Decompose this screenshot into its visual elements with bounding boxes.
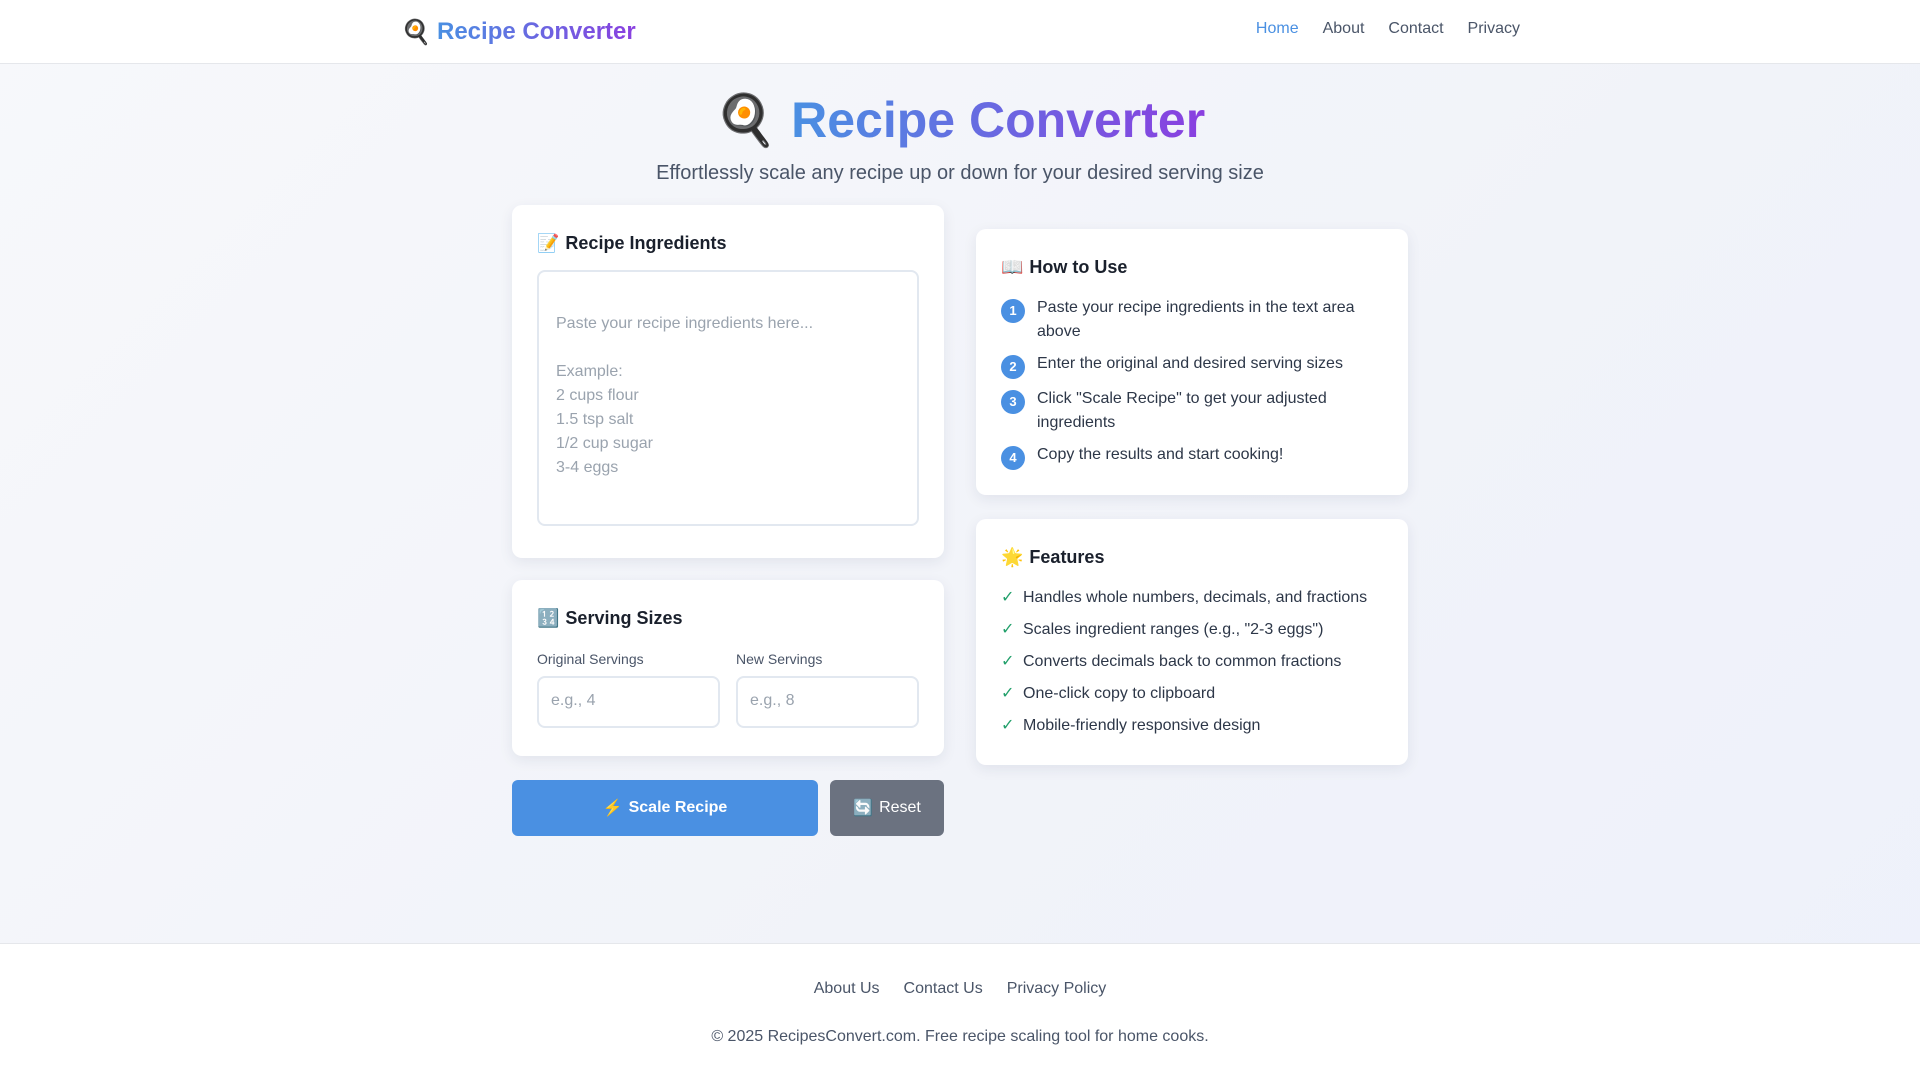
star-icon: 🌟 (1001, 547, 1024, 567)
footer-link-about[interactable]: About Us (814, 980, 880, 998)
features-list: ✓ Handles whole numbers, decimals, and fr… (1001, 586, 1383, 738)
page-title-text: Recipe Converter (791, 92, 1206, 148)
new-servings-placeholder: e.g., 8 (750, 692, 795, 709)
howto-steps: 1 Paste your recipe ingredients in the t… (1001, 296, 1383, 470)
checkmark-icon: ✓ (1001, 653, 1015, 670)
brand-name: Recipe Converter (437, 18, 636, 45)
footer-links: About Us Contact Us Privacy Policy (0, 980, 1920, 998)
memo-icon: 📝 (537, 233, 560, 253)
nav-links: Home About Contact Privacy (1256, 20, 1520, 38)
original-servings-label: Original Servings (537, 651, 644, 667)
original-servings-placeholder: e.g., 4 (551, 692, 596, 709)
servings-card: 🔢 Serving Sizes Original Servings e.g., … (512, 580, 944, 756)
nav-link-about[interactable]: About (1323, 20, 1365, 38)
new-servings-field: New Servings e.g., 8 (736, 651, 919, 728)
step-number-badge: 2 (1001, 355, 1025, 379)
ingredients-placeholder: Paste your recipe ingredients here... Ex… (556, 315, 814, 476)
feature-item: ✓ Converts decimals back to common fracti… (1001, 650, 1383, 674)
features-card: 🌟 Features ✓ Handles whole numbers, decim… (976, 519, 1408, 765)
checkmark-icon: ✓ (1001, 717, 1015, 734)
reset-label: Reset (879, 799, 921, 816)
servings-heading: 🔢 Serving Sizes (537, 608, 919, 629)
refresh-icon: 🔄 (853, 800, 874, 817)
page-footer: About Us Contact Us Privacy Policy © 202… (0, 943, 1920, 1080)
feature-item: ✓ Handles whole numbers, decimals, and fr… (1001, 586, 1383, 610)
step-text: Enter the original and desired serving s… (1037, 355, 1343, 372)
feature-item: ✓ Scales ingredient ranges (e.g., "2-3 eg… (1001, 618, 1383, 642)
servings-heading-text: Serving Sizes (565, 608, 683, 628)
top-navbar: 🍳 Recipe Converter Home About Contact Pr… (0, 0, 1920, 64)
features-heading-text: Features (1029, 547, 1105, 567)
original-servings-input[interactable]: e.g., 4 (537, 676, 720, 728)
checkmark-icon: ✓ (1001, 589, 1015, 606)
footer-link-contact[interactable]: Contact Us (904, 980, 983, 998)
brand-logo[interactable]: 🍳 Recipe Converter (401, 16, 636, 48)
feature-text: One-click copy to clipboard (1023, 685, 1216, 702)
scale-recipe-button[interactable]: ⚡ Scale Recipe (512, 780, 818, 836)
howto-step: 1 Paste your recipe ingredients in the t… (1001, 296, 1383, 344)
nav-link-home[interactable]: Home (1256, 20, 1299, 38)
scale-recipe-label: Scale Recipe (628, 799, 728, 816)
howto-heading: 📖 How to Use (1001, 257, 1383, 278)
howto-step: 4 Copy the results and start cooking! (1001, 443, 1383, 470)
feature-text: Handles whole numbers, decimals, and fra… (1023, 589, 1368, 606)
checkmark-icon: ✓ (1001, 685, 1015, 702)
frying-pan-egg-icon: 🍳 (714, 92, 778, 148)
copyright-text: © 2025 RecipesConvert.com. Free recipe s… (711, 1028, 1209, 1045)
how-to-use-card: 📖 How to Use 1 Paste your recipe ingredi… (976, 229, 1408, 495)
ingredients-textarea[interactable]: Paste your recipe ingredients here... Ex… (537, 270, 919, 526)
checkmark-icon: ✓ (1001, 621, 1015, 638)
step-text: Paste your recipe ingredients in the tex… (1037, 299, 1355, 340)
nav-link-privacy[interactable]: Privacy (1468, 20, 1520, 38)
step-number-badge: 4 (1001, 446, 1025, 470)
page-title: 🍳 Recipe Converter (0, 88, 1920, 152)
lightning-icon: ⚡ (602, 800, 623, 817)
howto-heading-text: How to Use (1029, 257, 1128, 277)
ingredients-heading-text: Recipe Ingredients (565, 233, 727, 253)
ingredients-card: 📝 Recipe Ingredients Paste your recipe i… (512, 205, 944, 558)
new-servings-label: New Servings (736, 651, 823, 667)
step-number-badge: 3 (1001, 390, 1025, 414)
howto-step: 3 Click "Scale Recipe" to get your adjus… (1001, 387, 1383, 435)
new-servings-input[interactable]: e.g., 8 (736, 676, 919, 728)
page-subtitle: Effortlessly scale any recipe up or down… (656, 162, 1264, 184)
nav-link-contact[interactable]: Contact (1388, 20, 1443, 38)
feature-item: ✓ Mobile-friendly responsive design (1001, 714, 1383, 738)
feature-text: Converts decimals back to common fractio… (1023, 653, 1342, 670)
step-number-badge: 1 (1001, 299, 1025, 323)
step-text: Click "Scale Recipe" to get your adjuste… (1037, 390, 1327, 431)
features-heading: 🌟 Features (1001, 547, 1383, 568)
numbers-icon: 🔢 (537, 608, 560, 628)
ingredients-heading: 📝 Recipe Ingredients (537, 233, 919, 254)
servings-row: Original Servings e.g., 4 New Servings e… (537, 651, 919, 728)
feature-text: Scales ingredient ranges (e.g., "2-3 egg… (1023, 621, 1324, 638)
footer-link-privacy[interactable]: Privacy Policy (1007, 980, 1107, 998)
step-text: Copy the results and start cooking! (1037, 446, 1284, 463)
reset-button[interactable]: 🔄 Reset (830, 780, 944, 836)
frying-pan-egg-icon: 🍳 (401, 18, 431, 46)
book-icon: 📖 (1001, 257, 1024, 277)
feature-item: ✓ One-click copy to clipboard (1001, 682, 1383, 706)
feature-text: Mobile-friendly responsive design (1023, 717, 1261, 734)
howto-step: 2 Enter the original and desired serving… (1001, 352, 1383, 379)
original-servings-field: Original Servings e.g., 4 (537, 651, 720, 728)
